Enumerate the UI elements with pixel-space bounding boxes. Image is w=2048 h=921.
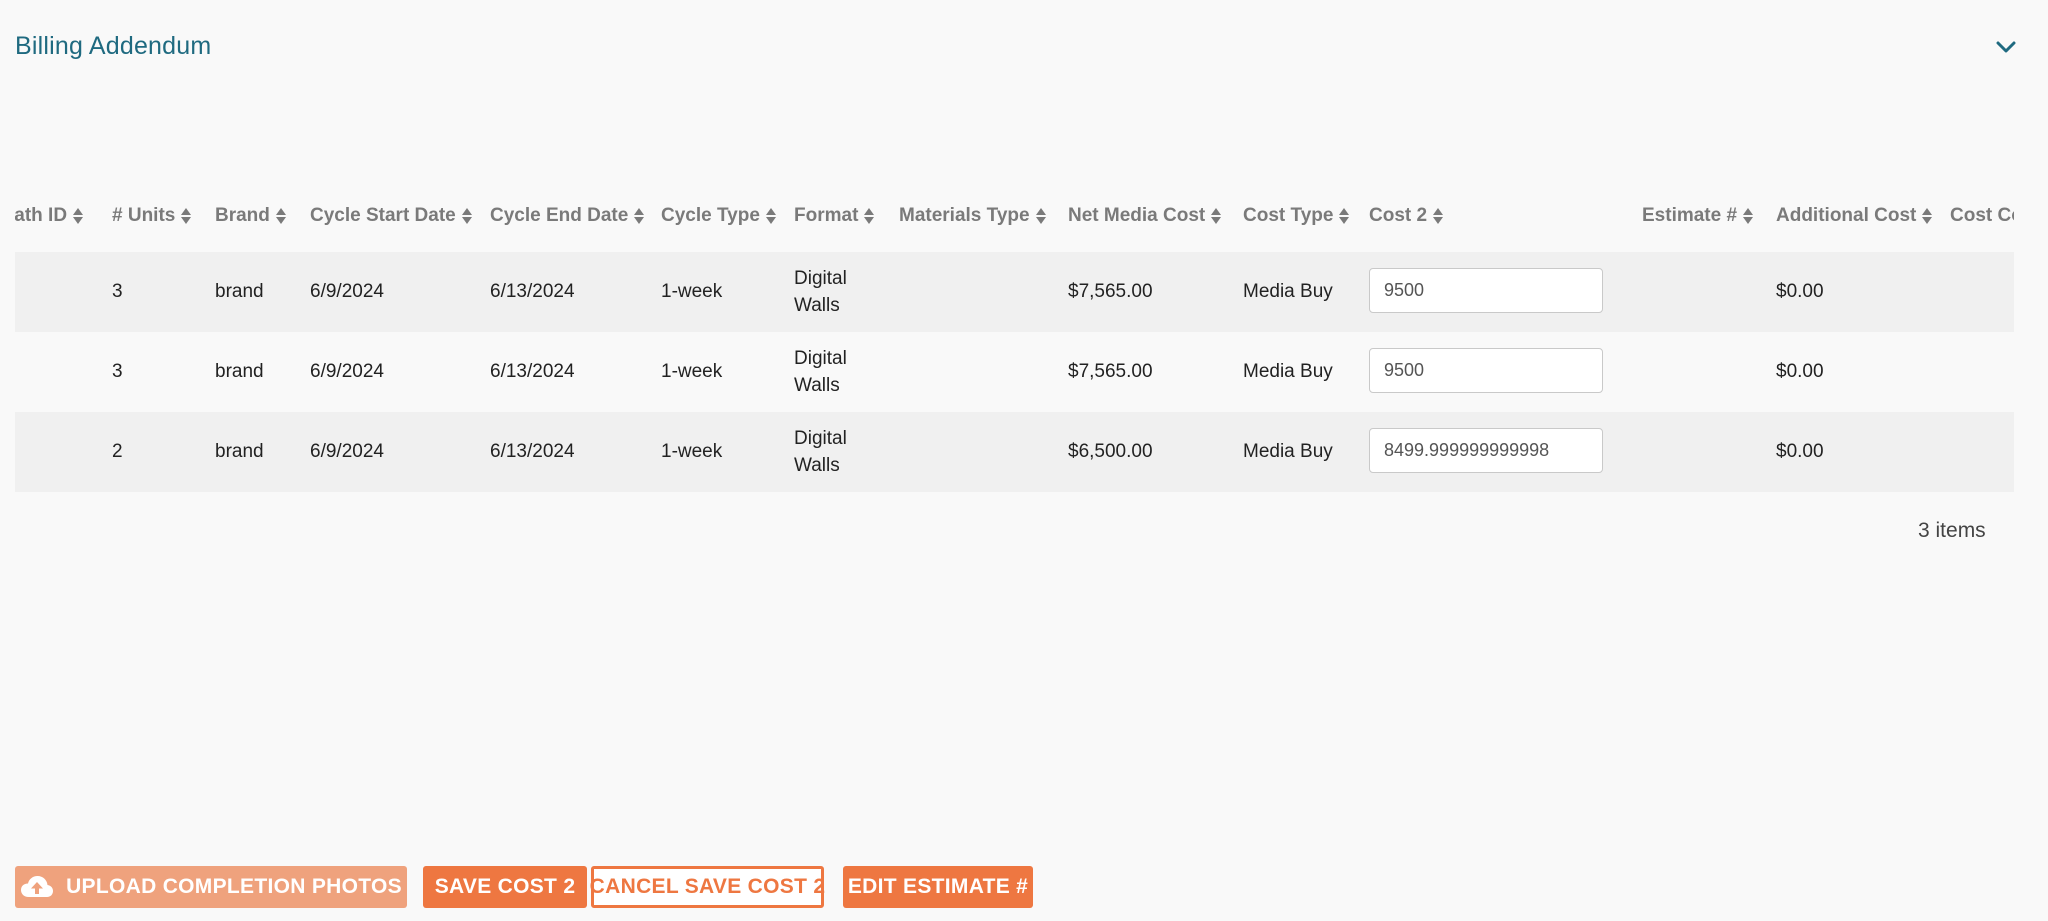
- sort-icon[interactable]: [1035, 207, 1047, 225]
- column-header-label: Cost Type: [1243, 205, 1334, 226]
- sort-icon[interactable]: [765, 207, 777, 225]
- column-header-label: Cost 2: [1369, 205, 1428, 226]
- sort-icon[interactable]: [73, 207, 84, 225]
- column-header-label: Net Media Cost: [1068, 205, 1206, 226]
- format-cell: Digital Walls: [794, 428, 847, 476]
- table-header: ıath ID # Units Brand Cycle Start Date C…: [15, 190, 2014, 242]
- column-header-units[interactable]: # Units: [112, 204, 192, 228]
- cycle-type-cell: 1-week: [661, 281, 723, 302]
- upload-completion-photos-button[interactable]: UPLOAD COMPLETION PHOTOS: [15, 866, 407, 908]
- sort-icon[interactable]: [1211, 207, 1222, 225]
- column-header-label: Cost Co: [1950, 205, 2014, 226]
- cycle-start-cell: 6/9/2024: [310, 441, 384, 462]
- cost-2-input[interactable]: [1369, 268, 1603, 313]
- section-title: Billing Addendum: [15, 32, 212, 60]
- format-cell: Digital Walls: [794, 348, 847, 396]
- additional-cost-cell: $0.00: [1776, 281, 1824, 302]
- upload-button-label: UPLOAD COMPLETION PHOTOS: [66, 875, 402, 898]
- items-count: 3 items: [1918, 519, 1986, 542]
- cloud-upload-icon: [20, 875, 54, 899]
- save-cost-2-button[interactable]: SAVE COST 2: [423, 866, 587, 908]
- table-row[interactable]: 3 brand 6/9/2024 6/13/2024 1-week Digita…: [15, 252, 2014, 332]
- column-header-label: Materials Type: [899, 205, 1030, 226]
- column-header-label: Estimate #: [1642, 205, 1738, 226]
- column-header-format[interactable]: Format: [794, 204, 875, 228]
- column-header-path-id[interactable]: ıath ID: [15, 204, 84, 228]
- column-header-brand[interactable]: Brand: [215, 204, 287, 228]
- column-header-cycle-end-date[interactable]: Cycle End Date: [490, 204, 645, 228]
- cycle-end-cell: 6/13/2024: [490, 361, 575, 382]
- units-cell: 3: [112, 281, 123, 302]
- column-header-label: # Units: [112, 205, 176, 226]
- column-header-cost-co[interactable]: Cost Co: [1950, 204, 2014, 228]
- sort-icon[interactable]: [461, 207, 473, 225]
- column-header-cost-2[interactable]: Cost 2: [1369, 204, 1444, 228]
- column-header-label: ıath ID: [15, 205, 68, 226]
- format-cell: Digital Walls: [794, 268, 847, 316]
- cycle-type-cell: 1-week: [661, 441, 723, 462]
- cost-2-input[interactable]: [1369, 348, 1603, 393]
- column-header-cycle-type[interactable]: Cycle Type: [661, 204, 777, 228]
- column-header-materials-type[interactable]: Materials Type: [899, 204, 1047, 228]
- sort-icon[interactable]: [634, 207, 645, 225]
- column-header-cost-type[interactable]: Cost Type: [1243, 204, 1350, 228]
- column-header-estimate[interactable]: Estimate #: [1642, 204, 1754, 228]
- column-header-cycle-start-date[interactable]: Cycle Start Date: [310, 204, 473, 228]
- sort-icon[interactable]: [1433, 207, 1444, 225]
- column-header-label: Cycle End Date: [490, 205, 629, 226]
- cycle-end-cell: 6/13/2024: [490, 281, 575, 302]
- column-header-label: Format: [794, 205, 859, 226]
- brand-cell: brand: [215, 441, 264, 462]
- additional-cost-cell: $0.00: [1776, 441, 1824, 462]
- column-header-net-media-cost[interactable]: Net Media Cost: [1068, 204, 1222, 228]
- column-header-label: Brand: [215, 205, 270, 226]
- sort-icon[interactable]: [1339, 207, 1350, 225]
- sort-icon[interactable]: [1922, 207, 1933, 225]
- cycle-start-cell: 6/9/2024: [310, 361, 384, 382]
- cancel-save-cost-2-button[interactable]: CANCEL SAVE COST 2: [590, 866, 825, 908]
- cycle-end-cell: 6/13/2024: [490, 441, 575, 462]
- cost-type-cell: Media Buy: [1243, 441, 1333, 462]
- table-row[interactable]: 3 brand 6/9/2024 6/13/2024 1-week Digita…: [15, 332, 2014, 412]
- sort-icon[interactable]: [275, 207, 287, 225]
- net-media-cost-cell: $7,565.00: [1068, 361, 1153, 382]
- cycle-start-cell: 6/9/2024: [310, 281, 384, 302]
- units-cell: 3: [112, 361, 123, 382]
- additional-cost-cell: $0.00: [1776, 361, 1824, 382]
- column-header-additional-cost[interactable]: Additional Cost: [1776, 204, 1933, 228]
- chevron-down-icon[interactable]: [1993, 34, 2019, 60]
- units-cell: 2: [112, 441, 123, 462]
- cost-type-cell: Media Buy: [1243, 361, 1333, 382]
- sort-icon[interactable]: [864, 207, 875, 225]
- sort-icon[interactable]: [1743, 207, 1754, 225]
- sort-icon[interactable]: [181, 207, 192, 225]
- cost-type-cell: Media Buy: [1243, 281, 1333, 302]
- edit-estimate-button[interactable]: EDIT ESTIMATE #: [843, 866, 1033, 908]
- cycle-type-cell: 1-week: [661, 361, 723, 382]
- column-header-label: Cycle Start Date: [310, 205, 456, 226]
- billing-grid: ıath ID # Units Brand Cycle Start Date C…: [15, 190, 2014, 492]
- net-media-cost-cell: $6,500.00: [1068, 441, 1153, 462]
- column-header-label: Additional Cost: [1776, 205, 1917, 226]
- billing-addendum-header[interactable]: Billing Addendum: [0, 0, 2048, 96]
- column-header-label: Cycle Type: [661, 205, 760, 226]
- cost-2-input[interactable]: [1369, 428, 1603, 473]
- brand-cell: brand: [215, 281, 264, 302]
- table-row[interactable]: 2 brand 6/9/2024 6/13/2024 1-week Digita…: [15, 412, 2014, 492]
- brand-cell: brand: [215, 361, 264, 382]
- net-media-cost-cell: $7,565.00: [1068, 281, 1153, 302]
